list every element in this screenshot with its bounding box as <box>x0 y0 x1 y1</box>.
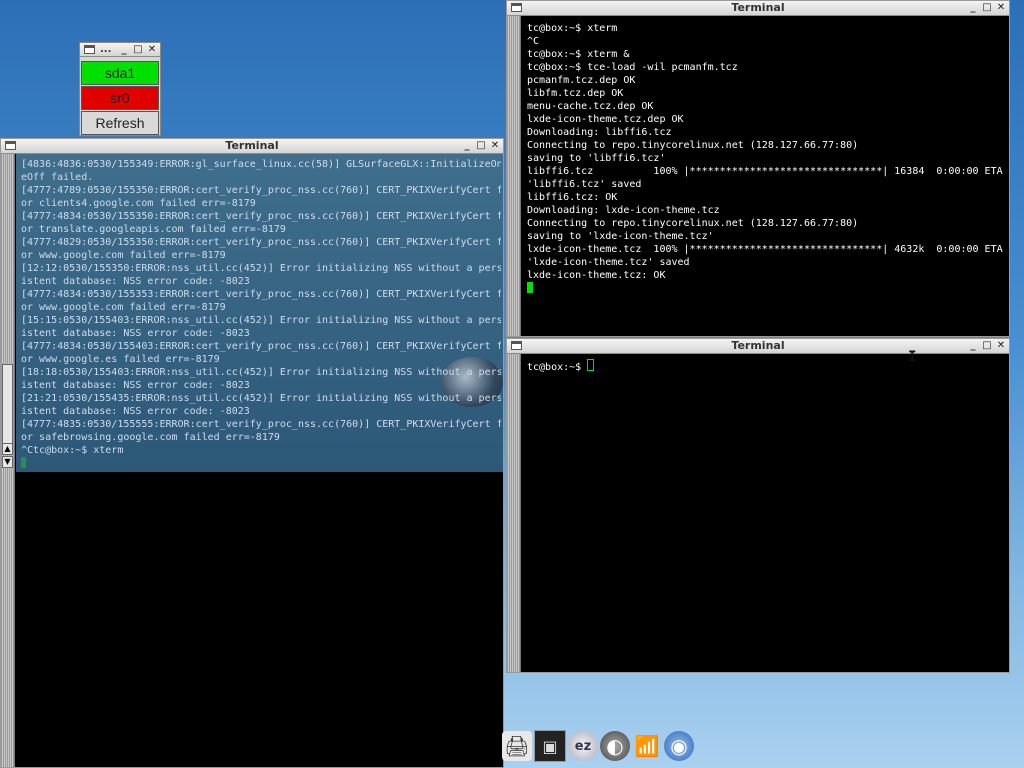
chromium-icon[interactable]: ◉ <box>664 731 694 761</box>
terminal-line: or www.google.com failed err=-8179 <box>21 250 226 261</box>
terminal-line: saving to 'lxde-icon-theme.tcz' <box>527 231 714 242</box>
close-button[interactable]: ✕ <box>147 43 157 57</box>
terminal-line: [4777:4834:0530/155353:ERROR:cert_verify… <box>21 289 501 300</box>
scroll-down-arrow-icon[interactable]: ▼ <box>2 456 13 468</box>
minimize-button[interactable]: _ <box>968 339 978 353</box>
minimize-button[interactable]: _ <box>968 1 978 15</box>
terminal-line: [4777:4829:0530/155350:ERROR:cert_verify… <box>21 237 501 248</box>
window-title: Terminal <box>731 1 785 14</box>
terminal-line: pcmanfm.tcz.dep OK <box>527 75 636 86</box>
app-dock: 🖨 ▣ ez ◐ 📶 ◉ <box>502 728 727 764</box>
shell-prompt: tc@box:~$ <box>527 362 588 373</box>
mount-sr0-button[interactable]: sr0 <box>81 86 159 110</box>
terminal-line: [18:18:0530/155403:ERROR:nss_util.cc(452… <box>21 367 501 378</box>
left-terminal-window: Terminal _ □ ✕ ▲ ▼ [4836:4836:0530/15534… <box>0 138 504 768</box>
window-title: Terminal <box>731 339 785 352</box>
terminal-line: Connecting to repo.tinycorelinux.net (12… <box>527 218 859 229</box>
terminal-line: saving to 'libffi6.tcz' <box>527 153 666 164</box>
terminal-line: libffi6.tcz: OK <box>527 192 618 203</box>
text-cursor-icon: I <box>908 349 917 365</box>
terminal-line: lxde-icon-theme.tcz.dep OK <box>527 114 684 125</box>
terminal-line: or clients4.google.com failed err=-8179 <box>21 198 256 209</box>
terminal-line: or translate.googleapis.com failed err=-… <box>21 224 286 235</box>
terminal-line: tc@box:~$ tce-load -wil pcmanfm.tcz <box>527 62 738 73</box>
window-title: Terminal <box>225 139 279 152</box>
terminal-line: tc@box:~$ xterm & <box>527 49 630 60</box>
left-terminal-scrollbar[interactable]: ▲ ▼ <box>1 154 15 767</box>
terminal-icon[interactable]: ▣ <box>534 730 566 762</box>
top-terminal-scrollbar[interactable] <box>507 16 521 336</box>
window-icon <box>84 45 95 54</box>
close-button[interactable]: ✕ <box>996 1 1006 15</box>
ezremaster-icon[interactable]: ez <box>568 731 598 761</box>
terminal-line: Downloading: libffi6.tcz <box>527 127 672 138</box>
terminal-line: [15:15:0530/155403:ERROR:nss_util.cc(452… <box>21 315 501 326</box>
wireless-icon[interactable]: 📶 <box>632 731 662 761</box>
terminal-line: tc@box:~$ xterm <box>527 23 618 34</box>
scrollbar-thumb[interactable] <box>2 364 13 454</box>
mount-tool-title: ... <box>100 44 112 55</box>
terminal-line: istent database: NSS error code: -8023 <box>21 380 250 391</box>
terminal-line: or www.google.es failed err=-8179 <box>21 354 220 365</box>
scroll-up-arrow-icon[interactable]: ▲ <box>2 443 13 455</box>
terminal-line: [4777:4789:0530/155350:ERROR:cert_verify… <box>21 185 501 196</box>
refresh-button[interactable]: Refresh <box>81 111 159 135</box>
left-terminal-titlebar[interactable]: Terminal _ □ ✕ <box>1 139 503 154</box>
terminal-line: lxde-icon-theme.tcz 100% |**************… <box>527 244 1003 255</box>
left-terminal-output[interactable]: [4836:4836:0530/155349:ERROR:gl_surface_… <box>17 158 501 767</box>
terminal-cursor <box>527 282 533 293</box>
terminal-line: ^Ctc@box:~$ xterm <box>21 445 124 456</box>
terminal-line: istent database: NSS error code: -8023 <box>21 328 250 339</box>
terminal-line: 'libffi6.tcz' saved <box>527 179 642 190</box>
close-button[interactable]: ✕ <box>996 339 1006 353</box>
maximize-button[interactable]: □ <box>476 139 486 153</box>
bottom-terminal-titlebar[interactable]: Terminal _ □ ✕ <box>507 339 1009 354</box>
terminal-line: eOff failed. <box>21 172 94 183</box>
terminal-line: lxde-icon-theme.tcz: OK <box>527 270 666 281</box>
terminal-line: libffi6.tcz 100% |**********************… <box>527 166 1003 177</box>
terminal-line: istent database: NSS error code: -8023 <box>21 406 250 417</box>
terminal-line: [12:12:0530/155350:ERROR:nss_util.cc(452… <box>21 263 501 274</box>
mount-tool-titlebar[interactable]: ... _ □ ✕ <box>80 43 160 57</box>
bottom-right-terminal-window: Terminal _ □ ✕ tc@box:~$ <box>506 338 1010 673</box>
terminal-line: [4836:4836:0530/155349:ERROR:gl_surface_… <box>21 159 501 170</box>
top-terminal-output[interactable]: tc@box:~$ xterm ^C tc@box:~$ xterm & tc@box… <box>523 22 1007 336</box>
terminal-line: Downloading: lxde-icon-theme.tcz <box>527 205 720 216</box>
terminal-line: or safebrowsing.google.com failed err=-8… <box>21 432 280 443</box>
terminal-line: 'lxde-icon-theme.tcz' saved <box>527 257 690 268</box>
maximize-button[interactable]: □ <box>982 1 992 15</box>
mount-sda1-button[interactable]: sda1 <box>81 61 159 85</box>
terminal-line: [21:21:0530/155435:ERROR:nss_util.cc(452… <box>21 393 501 404</box>
top-terminal-titlebar[interactable]: Terminal _ □ ✕ <box>507 1 1009 16</box>
mount-tool-window: ... _ □ ✕ sda1 sr0 Refresh <box>79 42 161 136</box>
bottom-terminal-scrollbar[interactable] <box>507 354 521 672</box>
terminal-line: menu-cache.tcz.dep OK <box>527 101 654 112</box>
terminal-line: Connecting to repo.tinycorelinux.net (12… <box>527 140 859 151</box>
bottom-terminal-output[interactable]: tc@box:~$ <box>523 359 1007 672</box>
terminal-line: [4777:4835:0530/155555:ERROR:cert_verify… <box>21 419 501 430</box>
terminal-line: [4777:4834:0530/155350:ERROR:cert_verify… <box>21 211 501 222</box>
close-button[interactable]: ✕ <box>490 139 500 153</box>
terminal-cursor <box>21 457 26 468</box>
maximize-button[interactable]: □ <box>982 339 992 353</box>
terminal-line: [4777:4834:0530/155403:ERROR:cert_verify… <box>21 341 501 352</box>
terminal-line: istent database: NSS error code: -8023 <box>21 276 250 287</box>
top-right-terminal-window: Terminal _ □ ✕ tc@box:~$ xterm ^C tc@box:~… <box>506 0 1010 337</box>
minimize-button[interactable]: _ <box>119 43 129 57</box>
maximize-button[interactable]: □ <box>133 43 143 57</box>
terminal-line: or www.google.com failed err=-8179 <box>21 302 226 313</box>
compass-icon[interactable]: ◐ <box>600 731 630 761</box>
terminal-line: ^C <box>527 36 540 47</box>
terminal-cursor <box>587 359 595 371</box>
printer-icon[interactable]: 🖨 <box>502 731 532 761</box>
terminal-line: libfm.tcz.dep OK <box>527 88 624 99</box>
minimize-button[interactable]: _ <box>462 139 472 153</box>
